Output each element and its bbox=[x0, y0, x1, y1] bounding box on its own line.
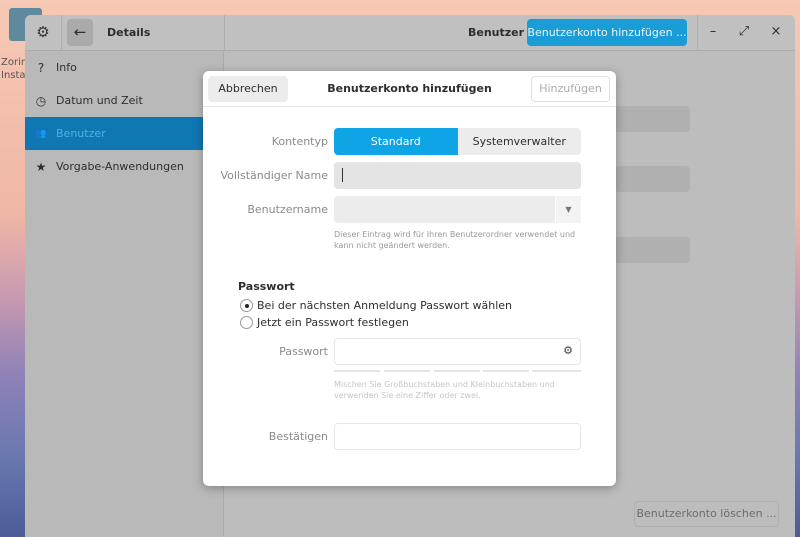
sidebar-item-label: Benutzer bbox=[56, 127, 106, 140]
radio-unchecked-icon bbox=[240, 316, 253, 329]
account-type-toggle: Standard Systemverwalter bbox=[334, 128, 581, 155]
close-button[interactable]: × bbox=[768, 24, 784, 39]
back-button[interactable]: ← bbox=[67, 19, 93, 46]
sidebar-item-default-apps[interactable]: ★ Vorgabe-Anwendungen bbox=[25, 150, 223, 183]
strength-bar-segment bbox=[434, 370, 480, 372]
generate-password-icon[interactable]: ⚙ bbox=[563, 344, 573, 357]
fullname-label: Vollständiger Name bbox=[220, 169, 328, 182]
header-bar: ⚙ ← Details Benutzer Benutzerkonto hinzu… bbox=[25, 15, 795, 51]
sidebar-item-date-time[interactable]: ◷ Datum und Zeit bbox=[25, 84, 223, 117]
confirm-label: Bestätigen bbox=[268, 430, 328, 443]
password-hint: Mischen Sie Großbuchstaben und Kleinbuch… bbox=[334, 380, 555, 400]
sidebar-item-label: Datum und Zeit bbox=[56, 94, 143, 107]
radio-set-now[interactable]: Jetzt ein Passwort festlegen bbox=[240, 316, 409, 329]
maximize-button[interactable]: ⤢ bbox=[736, 24, 752, 39]
sidebar-item-label: Vorgabe-Anwendungen bbox=[56, 160, 184, 173]
star-icon: ★ bbox=[35, 159, 47, 174]
sidebar-item-label: Info bbox=[56, 61, 77, 74]
sidebar: ? Info ◷ Datum und Zeit 👥 Benutzer ★ Vorgabe… bbox=[25, 51, 224, 537]
radio-label: Bei der nächsten Anmeldung Passwort wähl… bbox=[257, 299, 512, 312]
placeholder-field bbox=[615, 237, 690, 263]
strength-bar-segment bbox=[483, 370, 529, 372]
chevron-down-icon[interactable]: ▼ bbox=[555, 196, 581, 223]
strength-bar-segment bbox=[334, 370, 380, 372]
password-input[interactable]: ⚙ bbox=[334, 338, 581, 365]
username-label: Benutzername bbox=[247, 203, 328, 216]
strength-bar-segment bbox=[532, 370, 581, 372]
gear-icon[interactable]: ⚙ bbox=[33, 23, 53, 43]
strength-bar-segment bbox=[384, 370, 430, 372]
sidebar-item-users[interactable]: 👥 Benutzer bbox=[25, 117, 223, 150]
standard-option[interactable]: Standard bbox=[334, 128, 458, 155]
fullname-input[interactable] bbox=[334, 162, 581, 189]
placeholder-field bbox=[615, 166, 690, 192]
clock-icon: ◷ bbox=[35, 93, 47, 108]
username-combobox[interactable]: ▼ bbox=[334, 196, 581, 223]
add-button[interactable]: Hinzufügen bbox=[531, 76, 610, 102]
admin-option[interactable]: Systemverwalter bbox=[457, 128, 581, 155]
username-hint: Dieser Eintrag wird für Ihren Benutzeror… bbox=[334, 230, 576, 250]
radio-next-login[interactable]: Bei der nächsten Anmeldung Passwort wähl… bbox=[240, 299, 512, 312]
password-label: Passwort bbox=[279, 345, 328, 358]
password-section-title: Passwort bbox=[238, 280, 295, 293]
placeholder-field bbox=[615, 106, 690, 132]
add-user-dialog: Abbrechen Benutzerkonto hinzufügen Hinzu… bbox=[203, 71, 616, 486]
section-title: Benutzer bbox=[468, 26, 525, 39]
text-cursor bbox=[342, 168, 343, 182]
delete-user-button[interactable]: Benutzerkonto löschen ... bbox=[634, 501, 779, 527]
minimize-button[interactable]: – bbox=[705, 24, 721, 39]
sidebar-item-info[interactable]: ? Info bbox=[25, 51, 223, 84]
account-type-label: Kontentyp bbox=[271, 135, 328, 148]
radio-checked-icon bbox=[240, 299, 253, 312]
desktop-icon-label: Zorin Insta bbox=[1, 57, 28, 81]
page-title: Details bbox=[107, 26, 151, 39]
add-user-button[interactable]: Benutzerkonto hinzufügen ... bbox=[527, 19, 687, 46]
question-icon: ? bbox=[37, 60, 45, 75]
confirm-password-input[interactable] bbox=[334, 423, 581, 450]
radio-label: Jetzt ein Passwort festlegen bbox=[257, 316, 409, 329]
users-icon: 👥 bbox=[35, 128, 47, 139]
